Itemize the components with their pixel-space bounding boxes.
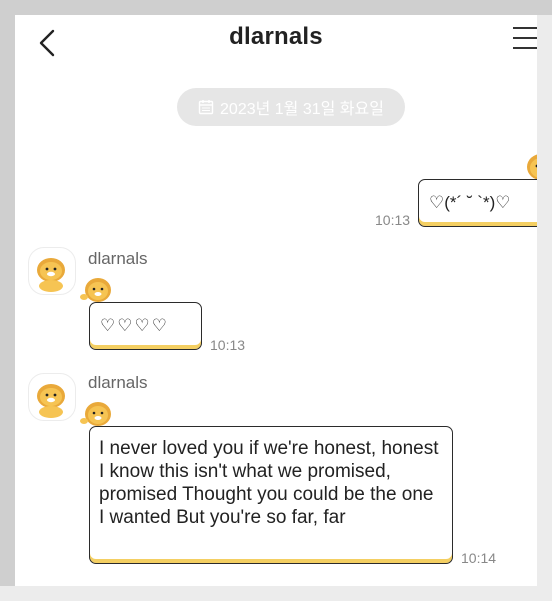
incoming-message-bubble[interactable]: I never loved you if we're honest, hones…: [89, 426, 453, 564]
date-separator: 2023년 1월 31일 화요일: [177, 88, 405, 126]
chat-screen: dlarnals 2023년 1월 31일 화요일 10:13 ♡(*´ ˘ `…: [15, 15, 537, 586]
hamburger-menu-icon[interactable]: [512, 24, 537, 54]
avatar[interactable]: [28, 373, 76, 421]
message-time: 10:13: [210, 337, 246, 353]
frame-edge: [0, 586, 552, 601]
avatar[interactable]: [28, 247, 76, 295]
lion-avatar-icon: [37, 258, 65, 292]
chat-title: dlarnals: [229, 23, 323, 50]
calendar-icon: [198, 100, 214, 115]
date-label: 2023년 1월 31일 화요일: [220, 101, 384, 118]
sender-name: dlarnals: [88, 373, 148, 392]
message-time: 10:13: [375, 212, 411, 228]
message-text: I never loved you if we're honest, hones…: [99, 438, 439, 528]
sender-name: dlarnals: [88, 249, 148, 268]
message-text: ♡(*´ ˘ `*)♡: [429, 193, 511, 212]
message-time: 10:14: [461, 550, 497, 566]
message-text: ♡♡♡♡: [100, 316, 169, 335]
outgoing-message-bubble[interactable]: ♡(*´ ˘ `*)♡: [418, 179, 537, 227]
incoming-message-bubble[interactable]: ♡♡♡♡: [89, 302, 202, 350]
lion-avatar-icon: [37, 384, 65, 418]
frame-edge: [537, 15, 552, 586]
